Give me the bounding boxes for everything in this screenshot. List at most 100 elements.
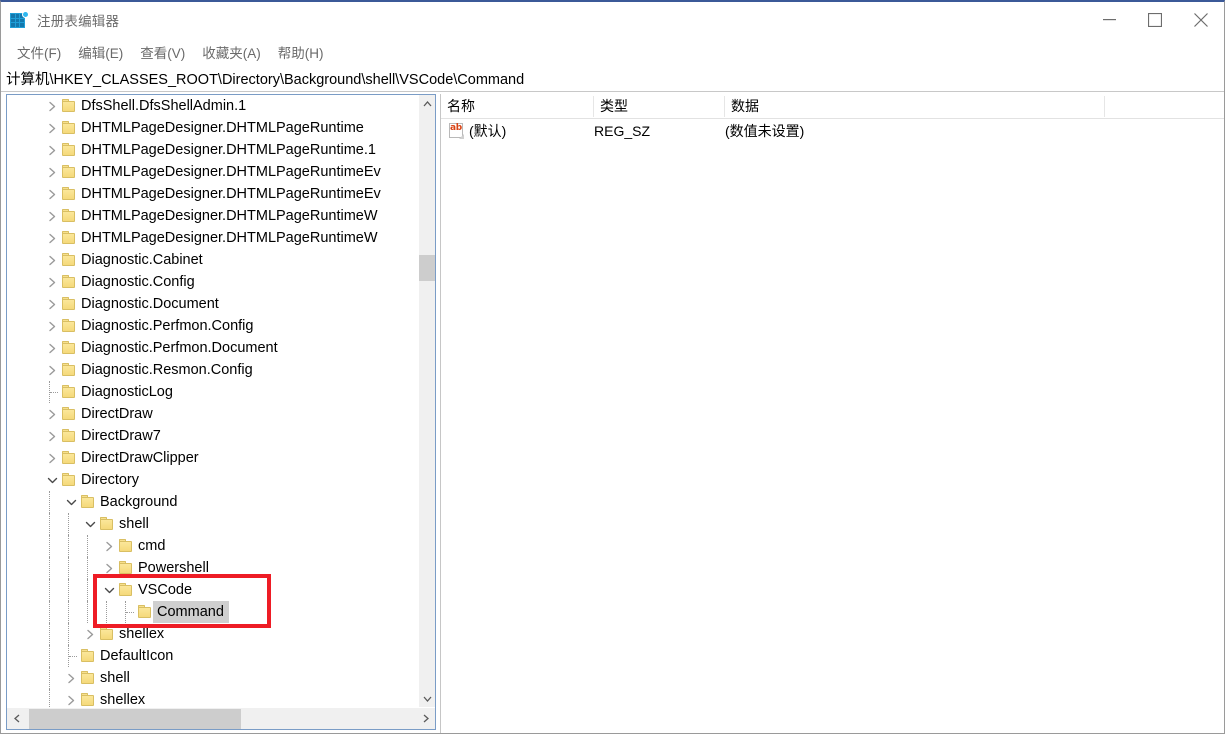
chevron-right-icon[interactable] [63,667,79,689]
tree-item-dhtmlpagedesigner-dhtmlpageruntime-1[interactable]: DHTMLPageDesigner.DHTMLPageRuntime.1 [7,139,419,161]
chevron-right-icon[interactable] [44,117,60,139]
tree-item-diagnostic-perfmon-document[interactable]: Diagnostic.Perfmon.Document [7,337,419,359]
tree-item-label: shellex [119,626,165,642]
chevron-right-icon[interactable] [44,337,60,359]
chevron-right-icon[interactable] [44,227,60,249]
menu-item-help[interactable]: 帮助(H) [270,40,333,64]
chevron-right-icon[interactable] [44,359,60,381]
tree-item-defaulticon[interactable]: DefaultIcon [7,645,419,667]
tree-item-directdrawclipper[interactable]: DirectDrawClipper [7,447,419,469]
folder-icon [62,341,76,355]
tree-guide-line [49,667,50,689]
chevron-right-icon[interactable] [44,293,60,315]
folder-icon [62,209,76,223]
tree-rows: DfsShell.DfsShellAdmin.1 DHTMLPageDesigne… [7,95,419,707]
folder-icon [81,495,95,509]
chevron-right-icon[interactable] [82,623,98,645]
chevron-right-icon[interactable] [44,271,60,293]
tree-guide-line [87,601,88,623]
tree-item-label: shell [119,516,149,532]
tree-item-vscode[interactable]: VSCode [7,579,419,601]
folder-icon [81,671,95,685]
chevron-right-icon[interactable] [44,447,60,469]
scroll-thumb-vertical[interactable] [419,255,435,281]
tree-item-shellex[interactable]: shellex [7,623,419,645]
tree-item-diagnosticlog[interactable]: DiagnosticLog [7,381,419,403]
tree-vertical-scrollbar[interactable] [418,95,435,707]
tree-item-diagnostic-perfmon-config[interactable]: Diagnostic.Perfmon.Config [7,315,419,337]
tree-item-command[interactable]: Command [7,601,419,623]
chevron-right-icon[interactable] [44,139,60,161]
tree-item-directdraw7[interactable]: DirectDraw7 [7,425,419,447]
chevron-right-icon[interactable] [101,535,117,557]
chevron-down-icon[interactable] [101,579,117,601]
table-row[interactable]: ab (默认) REG_SZ (数值未设置) [441,119,1224,143]
tree-item-diagnostic-config[interactable]: Diagnostic.Config [7,271,419,293]
tree-item-dhtmlpagedesigner-dhtmlpageruntimeev[interactable]: DHTMLPageDesigner.DHTMLPageRuntimeEv [7,183,419,205]
folder-icon [100,517,114,531]
value-name: (默认) [469,123,507,139]
chevron-right-icon[interactable] [63,689,79,707]
chevron-right-icon[interactable] [44,205,60,227]
tree-item-dhtmlpagedesigner-dhtmlpageruntimew[interactable]: DHTMLPageDesigner.DHTMLPageRuntimeW [7,205,419,227]
tree-item-label: Background [100,494,178,510]
folder-icon [119,583,133,597]
column-divider-3[interactable] [1104,96,1105,117]
chevron-right-icon[interactable] [101,557,117,579]
tree-horizontal-scrollbar[interactable] [7,707,435,729]
tree-guide-line [49,513,50,535]
scroll-down-arrow[interactable] [419,690,435,707]
tree-item-background[interactable]: Background [7,491,419,513]
chevron-down-icon[interactable] [44,469,60,491]
minimize-button[interactable] [1086,2,1132,38]
tree-item-diagnostic-cabinet[interactable]: Diagnostic.Cabinet [7,249,419,271]
tree-item-label: shellex [100,692,146,707]
menu-bar: 文件(F) 编辑(E) 查看(V) 收藏夹(A) 帮助(H) [1,38,1224,66]
chevron-right-icon[interactable] [44,161,60,183]
folder-icon [62,165,76,179]
menu-item-view[interactable]: 查看(V) [132,40,194,64]
chevron-down-icon[interactable] [82,513,98,535]
tree-item-shell[interactable]: shell [7,667,419,689]
tree-elbow [50,381,60,403]
chevron-right-icon[interactable] [44,183,60,205]
tree-item-dfsshell-dfsshelladmin-1[interactable]: DfsShell.DfsShellAdmin.1 [7,95,419,117]
chevron-down-icon[interactable] [63,491,79,513]
tree-item-powershell[interactable]: Powershell [7,557,419,579]
address-bar[interactable]: 计算机\HKEY_CLASSES_ROOT\Directory\Backgrou… [1,66,1224,92]
chevron-right-icon[interactable] [44,425,60,447]
chevron-right-icon[interactable] [44,95,60,117]
tree-item-dhtmlpagedesigner-dhtmlpageruntime[interactable]: DHTMLPageDesigner.DHTMLPageRuntime [7,117,419,139]
tree-item-label: DHTMLPageDesigner.DHTMLPageRuntime.1 [81,142,376,158]
tree-item-cmd[interactable]: cmd [7,535,419,557]
scroll-thumb-horizontal[interactable] [29,709,241,729]
maximize-button[interactable] [1132,2,1178,38]
tree-item-shell[interactable]: shell [7,513,419,535]
tree-item-diagnostic-document[interactable]: Diagnostic.Document [7,293,419,315]
scroll-up-arrow[interactable] [419,95,435,112]
tree-item-shellex[interactable]: shellex [7,689,419,707]
column-header-type[interactable]: 类型 [594,94,628,119]
scroll-left-arrow[interactable] [7,708,26,729]
tree-item-label: DHTMLPageDesigner.DHTMLPageRuntimeEv [81,186,381,202]
tree-guide-line [49,601,50,623]
tree-item-diagnostic-resmon-config[interactable]: Diagnostic.Resmon.Config [7,359,419,381]
registry-editor-window: 注册表编辑器 文件(F) 编辑(E) 查看(V) 收藏夹(A) 帮助(H) 计算… [0,0,1225,734]
tree-item-dhtmlpagedesigner-dhtmlpageruntimeev[interactable]: DHTMLPageDesigner.DHTMLPageRuntimeEv [7,161,419,183]
column-header-name[interactable]: 名称 [441,94,475,119]
tree-item-dhtmlpagedesigner-dhtmlpageruntimew[interactable]: DHTMLPageDesigner.DHTMLPageRuntimeW [7,227,419,249]
tree-viewport[interactable]: DfsShell.DfsShellAdmin.1 DHTMLPageDesigne… [7,95,419,707]
chevron-right-icon[interactable] [44,249,60,271]
chevron-right-icon[interactable] [44,315,60,337]
column-header-data[interactable]: 数据 [725,94,759,119]
tree-item-directory[interactable]: Directory [7,469,419,491]
chevron-right-icon[interactable] [44,403,60,425]
close-button[interactable] [1178,2,1224,38]
menu-item-edit[interactable]: 编辑(E) [70,40,132,64]
scroll-right-arrow[interactable] [416,708,435,729]
menu-item-file[interactable]: 文件(F) [9,40,70,64]
regedit-icon [10,11,29,29]
menu-item-favorites[interactable]: 收藏夹(A) [194,40,270,64]
tree-item-directdraw[interactable]: DirectDraw [7,403,419,425]
tree-guide-line [68,579,69,601]
